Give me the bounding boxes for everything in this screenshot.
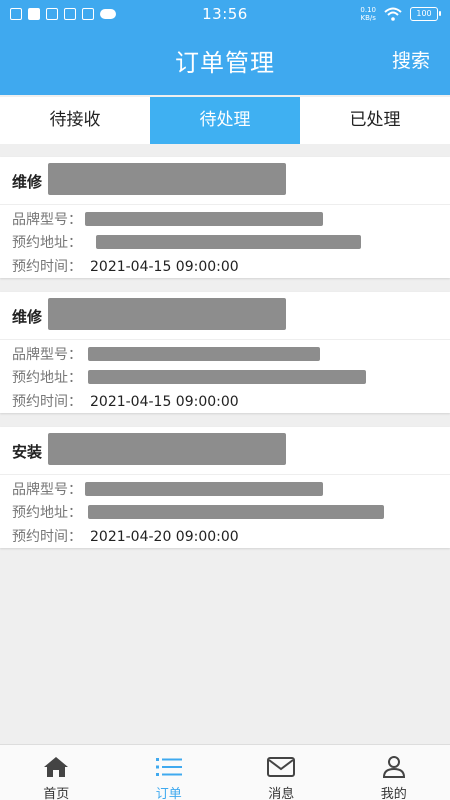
- brand-model-label: 品牌型号：: [12, 212, 82, 228]
- order-card-header: 维修: [0, 157, 450, 205]
- nav-profile[interactable]: 我的: [338, 745, 450, 800]
- tab-pending-receive[interactable]: 待接收: [0, 97, 150, 144]
- brand-model-row: 品牌型号：: [12, 344, 320, 364]
- status-bar: 13:56 0.10 KB/s 100: [0, 0, 450, 30]
- wifi-icon: [384, 7, 402, 21]
- order-type: 维修: [12, 173, 43, 191]
- redacted-brand-model: [85, 212, 323, 226]
- redacted-brand-model: [85, 482, 323, 496]
- net-speed: 0.10 KB/s: [360, 6, 376, 22]
- battery-icon: 100: [410, 7, 441, 21]
- tab-pending-process[interactable]: 待处理: [150, 97, 300, 144]
- redacted-address: [96, 235, 361, 249]
- address-label: 预约地址：: [12, 370, 82, 386]
- mail-icon: [267, 757, 296, 777]
- net-speed-value: 0.10: [360, 6, 376, 14]
- bottom-nav: 首页 订单 消息 我的: [0, 744, 450, 800]
- appointment-time-value: 2021-04-15 09:00:00: [90, 259, 239, 275]
- redacted-title: [48, 298, 286, 330]
- order-type: 安装: [12, 443, 43, 461]
- brand-model-row: 品牌型号：: [12, 209, 323, 229]
- appointment-time-label: 预约时间：: [12, 394, 82, 410]
- order-card-header: 安装: [0, 427, 450, 475]
- nav-orders[interactable]: 订单: [113, 745, 226, 800]
- appointment-time-label: 预约时间：: [12, 259, 82, 275]
- nav-messages[interactable]: 消息: [225, 745, 338, 800]
- nav-home-label: 首页: [43, 787, 70, 800]
- redacted-address: [88, 370, 366, 384]
- appointment-time-label: 预约时间：: [12, 529, 82, 545]
- home-icon: [44, 757, 69, 777]
- redacted-title: [48, 433, 286, 465]
- nav-home[interactable]: 首页: [0, 745, 113, 800]
- order-card-header: 维修: [0, 292, 450, 340]
- address-row: 预约地址：: [12, 502, 384, 522]
- redacted-brand-model: [88, 347, 320, 361]
- search-button[interactable]: 搜索: [392, 46, 430, 73]
- order-type: 维修: [12, 308, 43, 326]
- appointment-time-row: 预约时间： 2021-04-15 09:00:00: [12, 256, 239, 276]
- order-tabs: 待接收 待处理 已处理: [0, 97, 450, 144]
- nav-orders-label: 订单: [155, 787, 182, 800]
- status-right: 0.10 KB/s 100: [360, 6, 441, 22]
- brand-model-row: 品牌型号：: [12, 479, 323, 499]
- page-title: 订单管理: [175, 49, 275, 77]
- header: 订单管理 搜索: [0, 30, 450, 95]
- user-icon: [382, 756, 405, 778]
- redacted-title: [48, 163, 286, 195]
- address-row: 预约地址：: [12, 232, 361, 252]
- address-label: 预约地址：: [12, 505, 82, 521]
- net-speed-unit: KB/s: [360, 14, 376, 22]
- nav-profile-label: 我的: [380, 787, 407, 800]
- list-icon: [155, 758, 182, 776]
- redacted-address: [88, 505, 384, 519]
- nav-messages-label: 消息: [268, 787, 295, 800]
- appointment-time-value: 2021-04-15 09:00:00: [90, 394, 239, 410]
- appointment-time-value: 2021-04-20 09:00:00: [90, 529, 239, 545]
- order-card[interactable]: 维修 品牌型号： 预约地址： 预约时间： 2021-04-15 09:00:00: [0, 292, 450, 413]
- order-list: 维修 品牌型号： 预约地址： 预约时间： 2021-04-15 09:00:00 …: [0, 157, 450, 562]
- brand-model-label: 品牌型号：: [12, 482, 82, 498]
- brand-model-label: 品牌型号：: [12, 347, 82, 363]
- appointment-time-row: 预约时间： 2021-04-20 09:00:00: [12, 526, 239, 546]
- tab-processed[interactable]: 已处理: [300, 97, 450, 144]
- address-label: 预约地址：: [12, 235, 82, 251]
- order-card[interactable]: 维修 品牌型号： 预约地址： 预约时间： 2021-04-15 09:00:00: [0, 157, 450, 278]
- address-row: 预约地址：: [12, 367, 366, 387]
- appointment-time-row: 预约时间： 2021-04-15 09:00:00: [12, 391, 239, 411]
- order-card[interactable]: 安装 品牌型号： 预约地址： 预约时间： 2021-04-20 09:00:00: [0, 427, 450, 548]
